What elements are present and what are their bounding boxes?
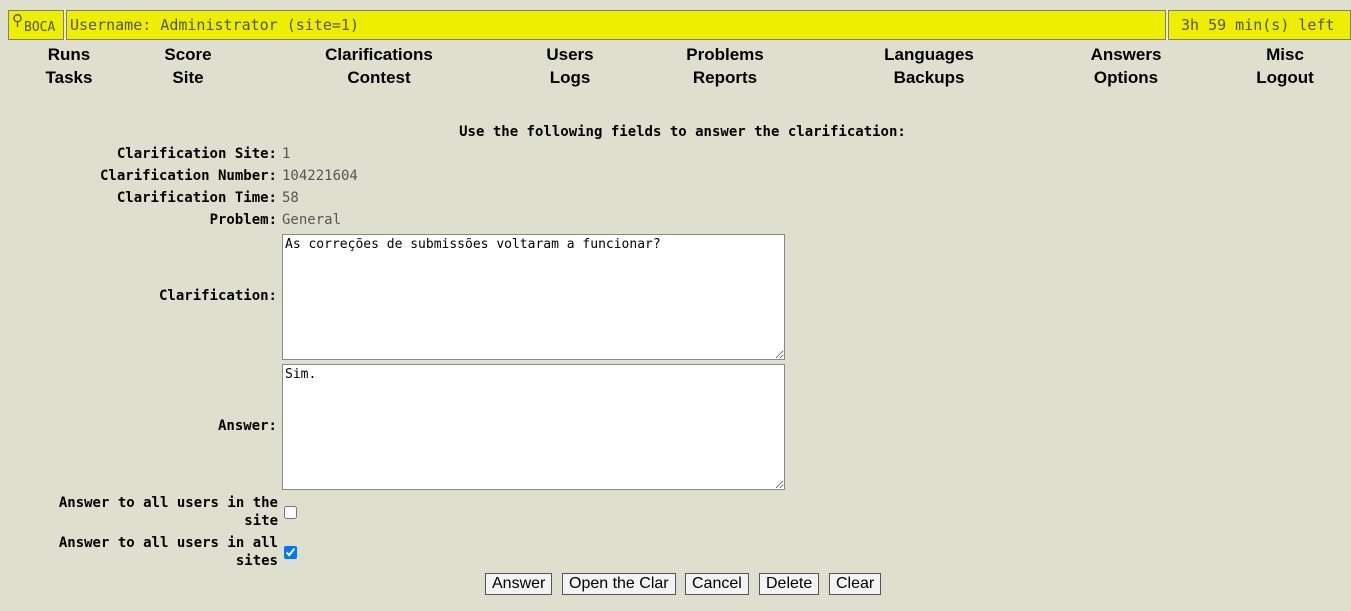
top-bar: ⚲ BOCA Username: Administrator (site=1) … xyxy=(8,10,1351,40)
answer-all-sites-label: Answer to all users in all sites xyxy=(58,535,278,569)
menu-logout[interactable]: Logout xyxy=(1256,68,1314,88)
menu-score[interactable]: Score xyxy=(164,45,211,65)
menu-options[interactable]: Options xyxy=(1094,68,1158,88)
form-heading: Use the following fields to answer the c… xyxy=(459,124,906,140)
boca-logo: ⚲ BOCA xyxy=(8,10,64,40)
open-clar-button[interactable]: Open the Clar xyxy=(562,573,676,595)
answer-button[interactable]: Answer xyxy=(485,573,553,595)
problem-label: Problem: xyxy=(209,212,277,228)
menu-misc[interactable]: Misc xyxy=(1266,45,1304,65)
menu-clarifications[interactable]: Clarifications xyxy=(325,45,433,65)
username-display: Username: Administrator (site=1) xyxy=(66,10,1166,40)
menu-users[interactable]: Users xyxy=(546,45,593,65)
clarification-site-label: Clarification Site: xyxy=(116,146,277,162)
menu-tasks[interactable]: Tasks xyxy=(46,68,93,88)
menu-runs[interactable]: Runs xyxy=(48,45,91,65)
answer-all-site-checkbox[interactable] xyxy=(284,506,297,519)
answer-all-sites-checkbox[interactable] xyxy=(284,546,297,559)
clarification-number-label: Clarification Number: xyxy=(99,168,277,184)
clarification-number-value: 104221604 xyxy=(282,168,358,184)
menu-answers[interactable]: Answers xyxy=(1091,45,1162,65)
answer-all-site-label: Answer to all users in the site xyxy=(58,495,278,529)
delete-button[interactable]: Delete xyxy=(759,573,820,595)
problem-value: General xyxy=(282,212,342,228)
menu-logs[interactable]: Logs xyxy=(550,68,591,88)
clear-button[interactable]: Clear xyxy=(829,573,882,595)
cancel-button[interactable]: Cancel xyxy=(685,573,749,595)
menu-reports[interactable]: Reports xyxy=(693,68,757,88)
clarification-time-value: 58 xyxy=(282,190,299,206)
time-left-display: 3h 59 min(s) left xyxy=(1168,10,1351,40)
clarification-label: Clarification: xyxy=(158,288,277,304)
clarification-textarea[interactable] xyxy=(282,234,785,360)
menu-site[interactable]: Site xyxy=(172,68,203,88)
menu-contest[interactable]: Contest xyxy=(347,68,410,88)
menu-languages[interactable]: Languages xyxy=(884,45,974,65)
answer-textarea[interactable] xyxy=(282,364,785,490)
menu-backups[interactable]: Backups xyxy=(894,68,965,88)
answer-label: Answer: xyxy=(217,418,277,434)
lightbulb-icon: ⚲ xyxy=(12,11,23,29)
clarification-site-value: 1 xyxy=(282,146,291,162)
clarification-time-label: Clarification Time: xyxy=(116,190,277,206)
logo-text: BOCA xyxy=(24,20,56,35)
menu-problems[interactable]: Problems xyxy=(686,45,763,65)
